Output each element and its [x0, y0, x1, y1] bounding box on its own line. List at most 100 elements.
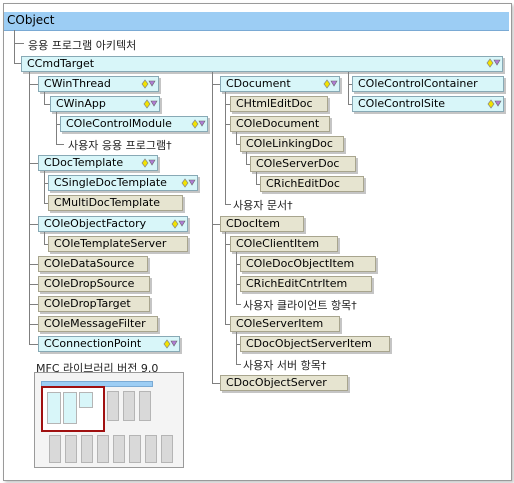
connector-line	[212, 224, 220, 225]
cobject-header-bar: CObject	[4, 12, 509, 31]
minimap-block	[113, 435, 125, 463]
coledroptarget-label: COleDropTarget	[44, 297, 131, 310]
connector-line	[29, 284, 38, 285]
colemessagefilter-label: COleMessageFilter	[44, 317, 146, 330]
diamond-chevron-icon	[486, 58, 501, 68]
minimap-block	[123, 391, 135, 421]
coledroptarget-node: COleDropTarget	[38, 296, 150, 312]
connector-line	[256, 172, 257, 184]
colelinkingdoc-label: COleLinkingDoc	[246, 137, 333, 150]
colecontrolmodule-label: COleControlModule	[66, 117, 172, 130]
coledocobjectitem-node: COleDocObjectItem	[240, 256, 376, 272]
connector-line	[348, 72, 349, 104]
yellow-diamond-icon	[141, 158, 156, 168]
hierarchy-minimap[interactable]	[34, 372, 184, 468]
cmultidoctemplate-node: CMultiDocTemplate	[48, 195, 183, 211]
yellow-diamond-icon	[141, 79, 156, 89]
connector-line	[225, 232, 226, 324]
user-server-items-label: 사용자 서버 항목†	[243, 359, 327, 372]
csingledoctemplate-node: CSingleDocTemplate	[48, 175, 198, 191]
connector-line	[236, 304, 241, 305]
cdocobjectserveritem-node: CDocObjectServerItem	[240, 336, 390, 352]
minimap-block	[65, 435, 77, 463]
coledocument-node: COleDocument	[230, 116, 330, 132]
coledatasource-label: COleDataSource	[44, 257, 135, 270]
coleserverdoc-node: COleServerDoc	[250, 156, 356, 172]
colelinkingdoc-node: COleLinkingDoc	[240, 136, 344, 152]
connector-line	[44, 171, 45, 203]
ccmdtarget-label: CCmdTarget	[27, 57, 95, 70]
cconnectionpoint-node: CConnectionPoint	[38, 336, 180, 352]
cdocitem-node: CDocItem	[220, 216, 304, 232]
yellow-diamond-icon	[487, 99, 502, 109]
connector-line	[29, 304, 38, 305]
coleserveritem-node: COleServerItem	[230, 316, 340, 332]
connector-line	[212, 383, 220, 384]
minimap-highlight-frame	[41, 386, 105, 432]
ccmdtarget-node: CCmdTarget	[21, 56, 503, 72]
connector-line	[29, 84, 38, 85]
app-architecture-label: 응용 프로그램 아키텍처	[28, 39, 137, 52]
coledocobjectitem-label: COleDocObjectItem	[246, 257, 355, 270]
csingledoctemplate-label: CSingleDocTemplate	[54, 176, 167, 189]
connector-line	[56, 112, 57, 144]
yellow-diamond-icon	[171, 219, 186, 229]
connector-line	[56, 144, 64, 145]
minimap-block	[81, 435, 93, 463]
cdocument-label: CDocument	[226, 77, 291, 90]
colecontrolmodule-node: COleControlModule	[60, 116, 208, 132]
cdocobjectserver-node: CDocObjectServer	[220, 375, 348, 391]
colecontrolsite-node: COleControlSite	[352, 96, 504, 112]
user-documents-label: 사용자 문서†	[233, 199, 293, 212]
yellow-diamond-icon	[143, 99, 158, 109]
cricheditdoc-label: CRichEditDoc	[266, 177, 340, 190]
connector-line	[212, 84, 220, 85]
coledropsource-node: COleDropSource	[38, 276, 150, 292]
minimap-block	[97, 435, 109, 463]
colecontrolcontainer-label: COleControlContainer	[358, 77, 478, 90]
connector-line	[14, 63, 21, 64]
cconnectionpoint-label: CConnectionPoint	[44, 337, 142, 350]
connector-line	[236, 364, 241, 365]
cwinthread-label: CWinThread	[44, 77, 111, 90]
coleclientitem-node: COleClientItem	[230, 236, 338, 252]
yellow-diamond-icon	[191, 119, 206, 129]
yellow-diamond-icon	[181, 178, 196, 188]
minimap-block	[161, 435, 173, 463]
minimap-block	[129, 435, 141, 463]
connector-line	[225, 92, 226, 204]
connector-line	[236, 252, 237, 304]
connector-line	[14, 43, 24, 44]
coletemplateserver-label: COleTemplateServer	[54, 237, 167, 250]
coledatasource-node: COleDataSource	[38, 256, 148, 272]
minimap-block	[79, 392, 93, 408]
coleobjectfactory-label: COleObjectFactory	[44, 217, 147, 230]
coledropsource-label: COleDropSource	[44, 277, 135, 290]
connector-line	[29, 163, 38, 164]
minimap-block	[139, 391, 151, 421]
connector-line	[246, 152, 247, 164]
chtmleditdoc-node: CHtmlEditDoc	[230, 96, 328, 112]
cobject-label: CObject	[7, 13, 55, 27]
connector-line	[44, 92, 45, 104]
coleserveritem-label: COleServerItem	[236, 317, 324, 330]
coletemplateserver-node: COleTemplateServer	[48, 236, 188, 252]
connector-line	[236, 132, 237, 144]
connector-line	[212, 72, 213, 383]
colecontrolsite-label: COleControlSite	[358, 97, 446, 110]
colecontrolcontainer-node: COleControlContainer	[352, 76, 504, 92]
connector-line	[225, 204, 231, 205]
cdocobjectserver-label: CDocObjectServer	[226, 376, 327, 389]
coledocument-label: COleDocument	[236, 117, 320, 130]
cricheditcntritem-label: CRichEditCntrItem	[246, 277, 348, 290]
minimap-block	[47, 392, 61, 424]
yellow-diamond-icon	[323, 79, 338, 89]
minimap-block	[63, 392, 77, 424]
minimap-block	[145, 435, 157, 463]
yellow-diamond-icon	[163, 339, 178, 349]
colemessagefilter-node: COleMessageFilter	[38, 316, 158, 332]
cdoctemplate-label: CDocTemplate	[44, 156, 124, 169]
cricheditdoc-node: CRichEditDoc	[260, 176, 364, 192]
connector-line	[29, 264, 38, 265]
coleserverdoc-label: COleServerDoc	[256, 157, 340, 170]
